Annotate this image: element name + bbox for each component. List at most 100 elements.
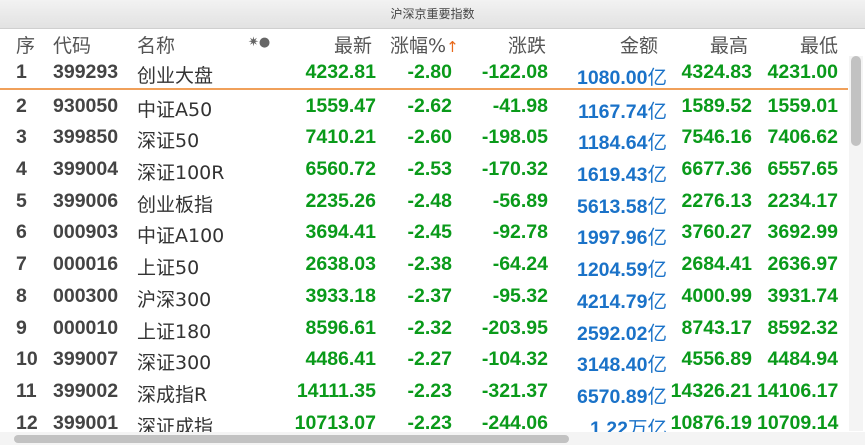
row-change: -104.32: [481, 348, 548, 371]
row-price: 4232.81: [305, 61, 377, 83]
row-index: 2: [16, 94, 27, 117]
row-amount: 1184.64亿: [553, 126, 667, 155]
row-pct-change: -2.80: [407, 61, 452, 83]
row-code: 930050: [53, 94, 119, 117]
table-row[interactable]: 10 399007 深证300 4486.41 -2.27 -104.32 3148.40亿…: [0, 343, 848, 377]
row-amount: 1204.59亿: [553, 253, 667, 282]
row-amount-value: 1997.96: [576, 227, 648, 250]
row-code: 399006: [53, 189, 119, 212]
table-row[interactable]: 6 000903 中证A100 3694.41 -2.45 -92.78 1997.96亿 3…: [0, 216, 848, 250]
row-name: 创业大盘: [137, 65, 214, 87]
header-code[interactable]: 代码: [53, 31, 91, 58]
row-change: -92.78: [492, 221, 548, 244]
header-name[interactable]: 名称: [137, 31, 175, 58]
row-high: 14326.21: [670, 379, 752, 402]
row-pct-change: -2.45: [407, 221, 452, 244]
horizontal-scrollbar[interactable]: [0, 432, 865, 445]
row-change: -64.24: [492, 253, 548, 276]
row-high: 2276.13: [681, 189, 753, 212]
table-row[interactable]: 8 000300 沪深300 3933.18 -2.37 -95.32 4214.79亿 40…: [0, 280, 848, 314]
row-index: 8: [16, 284, 27, 307]
header-index[interactable]: 序: [16, 31, 35, 58]
row-low: 2234.17: [767, 189, 839, 212]
row-name: 深证50: [137, 130, 200, 153]
table-row[interactable]: 4 399004 深证100R 6560.72 -2.53 -170.32 1619.43亿…: [0, 153, 848, 187]
row-amount: 1080.00亿: [553, 61, 667, 90]
row-pct-change: -2.38: [407, 253, 452, 276]
row-price: 2638.03: [305, 253, 377, 276]
row-high: 6677.36: [681, 158, 753, 181]
vertical-scroll-thumb[interactable]: [851, 56, 861, 146]
row-name: 创业板指: [137, 193, 214, 216]
header-price[interactable]: 最新: [334, 31, 372, 58]
table-row[interactable]: 2 930050 中证A50 1559.47 -2.62 -41.98 1167.74亿 15…: [0, 90, 848, 124]
row-price: 7410.21: [305, 126, 377, 149]
column-settings-icon[interactable]: ✷●: [248, 35, 270, 50]
window-title: 沪深京重要指数: [0, 0, 865, 29]
row-low: 4484.94: [767, 348, 839, 371]
row-code: 399293: [53, 61, 119, 83]
row-name: 上证180: [137, 320, 212, 343]
row-price: 6560.72: [305, 158, 377, 181]
row-index: 9: [16, 316, 27, 339]
row-change: -203.95: [481, 316, 548, 339]
row-change: -122.08: [481, 61, 548, 83]
row-high: 2684.41: [681, 253, 753, 276]
table-row[interactable]: 3 399850 深证50 7410.21 -2.60 -198.05 1184.64亿 75…: [0, 121, 848, 155]
row-price: 4486.41: [305, 348, 377, 371]
table-row[interactable]: 9 000010 上证180 8596.61 -2.32 -203.95 2592.02亿 8…: [0, 312, 848, 346]
row-amount-value: 1184.64: [578, 132, 648, 155]
row-amount: 2592.02亿: [553, 317, 667, 346]
row-code: 399007: [53, 348, 119, 371]
row-code: 000903: [53, 221, 119, 244]
row-amount-value: 1204.59: [576, 259, 648, 282]
table-row[interactable]: 7 000016 上证50 2638.03 -2.38 -64.24 1204.59亿 268…: [0, 248, 848, 282]
row-name: 深证300: [137, 352, 212, 375]
row-index: 7: [16, 253, 27, 276]
row-low: 3692.99: [767, 221, 839, 244]
row-low: 6557.65: [767, 158, 839, 181]
header-high[interactable]: 最高: [710, 31, 748, 58]
row-change: -198.05: [481, 126, 548, 149]
table-row[interactable]: 5 399006 创业板指 2235.26 -2.48 -56.89 5613.58亿 227…: [0, 185, 848, 218]
sort-arrow-icon: ↑: [446, 38, 459, 56]
row-code: 399002: [53, 379, 119, 402]
row-low: 1559.01: [767, 94, 839, 117]
header-amount[interactable]: 金额: [620, 31, 658, 58]
row-name: 中证A50: [137, 98, 213, 121]
row-low: 4231.00: [767, 61, 839, 83]
row-name: 深证100R: [137, 162, 225, 185]
row-index: 1: [16, 61, 27, 83]
row-code: 399850: [53, 126, 119, 149]
index-table-body: 1 399293 创业大盘 4232.81 -2.80 -122.08 1080.00亿 4 3…: [0, 56, 848, 440]
row-amount: 1619.43亿: [553, 158, 667, 187]
row-low: 7406.62: [767, 126, 839, 149]
row-amount-value: 3148.40: [576, 354, 648, 377]
row-amount-value: 2592.02: [576, 322, 648, 345]
row-amount-value: 1080.00: [576, 67, 648, 89]
row-high: 7546.16: [681, 126, 753, 149]
row-low: 3931.74: [767, 284, 839, 307]
table-row[interactable]: 11 399002 深成指R 14111.35 -2.23 -321.37 6570.89亿…: [0, 375, 848, 408]
row-amount: 4214.79亿: [553, 285, 667, 314]
horizontal-scroll-thumb[interactable]: [14, 435, 569, 443]
vertical-scrollbar[interactable]: [849, 56, 863, 431]
header-change[interactable]: 涨跌: [508, 31, 546, 58]
table-row[interactable]: 1 399293 创业大盘 4232.81 -2.80 -122.08 1080.00亿 43…: [0, 56, 848, 90]
row-amount-value: 6570.89: [576, 385, 648, 408]
row-pct-change: -2.53: [407, 158, 452, 181]
row-change: -56.89: [492, 189, 548, 212]
row-amount: 1167.74亿: [553, 95, 667, 124]
row-pct-change: -2.48: [407, 189, 452, 212]
row-amount-value: 4214.79: [576, 290, 648, 313]
header-low[interactable]: 最低: [800, 31, 838, 58]
row-pct-change: -2.27: [407, 348, 452, 371]
row-change: -41.98: [492, 94, 548, 117]
row-change: -95.32: [492, 284, 548, 307]
row-index: 4: [16, 158, 27, 181]
row-price: 3694.41: [305, 221, 377, 244]
row-code: 399004: [53, 158, 119, 181]
header-pct[interactable]: 涨幅%↑: [390, 31, 459, 58]
row-pct-change: -2.62: [407, 94, 452, 117]
row-index: 5: [16, 189, 27, 212]
